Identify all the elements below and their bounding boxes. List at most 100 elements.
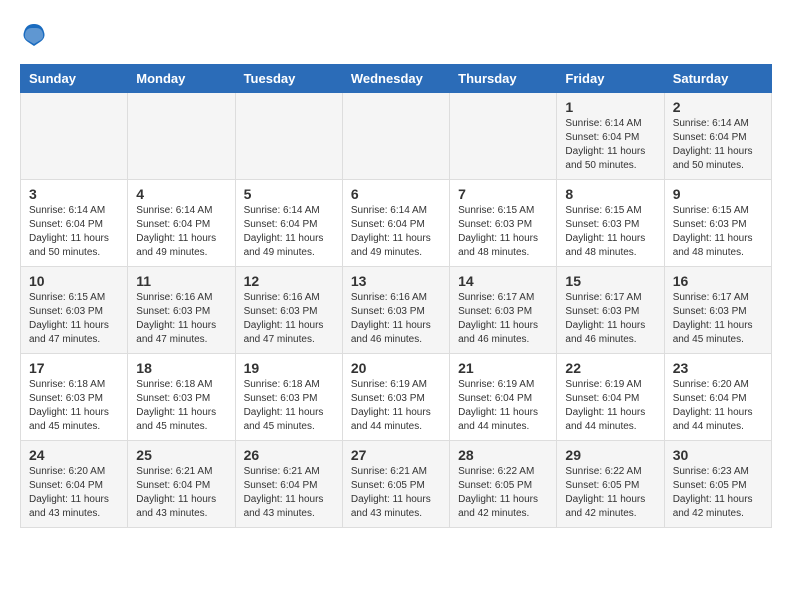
calendar-cell: 16 Sunrise: 6:17 AM Sunset: 6:03 PM Dayli… <box>664 267 771 354</box>
calendar-cell <box>342 93 449 180</box>
calendar-cell: 15 Sunrise: 6:17 AM Sunset: 6:03 PM Dayli… <box>557 267 664 354</box>
day-number: 3 <box>29 186 119 202</box>
calendar-cell <box>128 93 235 180</box>
calendar-cell: 28 Sunrise: 6:22 AM Sunset: 6:05 PM Dayli… <box>450 441 557 528</box>
calendar-week-4: 17 Sunrise: 6:18 AM Sunset: 6:03 PM Dayli… <box>21 354 772 441</box>
calendar-week-3: 10 Sunrise: 6:15 AM Sunset: 6:03 PM Dayli… <box>21 267 772 354</box>
day-number: 18 <box>136 360 226 376</box>
weekday-header-thursday: Thursday <box>450 65 557 93</box>
day-number: 1 <box>565 99 655 115</box>
calendar-cell <box>450 93 557 180</box>
day-info: Sunrise: 6:15 AM Sunset: 6:03 PM Dayligh… <box>673 204 763 260</box>
day-info: Sunrise: 6:16 AM Sunset: 6:03 PM Dayligh… <box>244 291 334 347</box>
calendar-cell: 4 Sunrise: 6:14 AM Sunset: 6:04 PM Daylig… <box>128 180 235 267</box>
day-info: Sunrise: 6:19 AM Sunset: 6:04 PM Dayligh… <box>458 378 548 434</box>
calendar-cell: 10 Sunrise: 6:15 AM Sunset: 6:03 PM Dayli… <box>21 267 128 354</box>
logo-icon <box>20 20 48 48</box>
calendar-cell: 24 Sunrise: 6:20 AM Sunset: 6:04 PM Dayli… <box>21 441 128 528</box>
day-number: 15 <box>565 273 655 289</box>
day-info: Sunrise: 6:21 AM Sunset: 6:05 PM Dayligh… <box>351 465 441 521</box>
calendar-cell: 19Sunrise: 6:18 AM Sunset: 6:03 PM Dayli… <box>235 354 342 441</box>
day-info: Sunrise: 6:14 AM Sunset: 6:04 PM Dayligh… <box>351 204 441 260</box>
weekday-header-row: SundayMondayTuesdayWednesdayThursdayFrid… <box>21 65 772 93</box>
day-number: 28 <box>458 447 548 463</box>
day-number: 6 <box>351 186 441 202</box>
day-number: 13 <box>351 273 441 289</box>
day-number: 24 <box>29 447 119 463</box>
day-number: 30 <box>673 447 763 463</box>
day-number: 4 <box>136 186 226 202</box>
day-info: Sunrise: 6:19 AM Sunset: 6:03 PM Dayligh… <box>351 378 441 434</box>
weekday-header-wednesday: Wednesday <box>342 65 449 93</box>
day-number: 7 <box>458 186 548 202</box>
calendar-cell: 21 Sunrise: 6:19 AM Sunset: 6:04 PM Dayli… <box>450 354 557 441</box>
calendar-cell: 20 Sunrise: 6:19 AM Sunset: 6:03 PM Dayli… <box>342 354 449 441</box>
day-number: 2 <box>673 99 763 115</box>
day-info: Sunrise: 6:18 AM Sunset: 6:03 PM Dayligh… <box>244 378 334 434</box>
day-info: Sunrise: 6:14 AM Sunset: 6:04 PM Dayligh… <box>673 117 763 173</box>
day-info: Sunrise: 6:14 AM Sunset: 6:04 PM Dayligh… <box>136 204 226 260</box>
calendar-cell: 3 Sunrise: 6:14 AM Sunset: 6:04 PM Daylig… <box>21 180 128 267</box>
calendar-cell: 13 Sunrise: 6:16 AM Sunset: 6:03 PM Dayli… <box>342 267 449 354</box>
calendar-cell: 18 Sunrise: 6:18 AM Sunset: 6:03 PM Dayli… <box>128 354 235 441</box>
calendar-cell: 9 Sunrise: 6:15 AM Sunset: 6:03 PM Daylig… <box>664 180 771 267</box>
calendar-cell: 22 Sunrise: 6:19 AM Sunset: 6:04 PM Dayli… <box>557 354 664 441</box>
day-info: Sunrise: 6:14 AM Sunset: 6:04 PM Dayligh… <box>244 204 334 260</box>
weekday-header-monday: Monday <box>128 65 235 93</box>
day-number: 27 <box>351 447 441 463</box>
calendar-cell: 17 Sunrise: 6:18 AM Sunset: 6:03 PM Dayli… <box>21 354 128 441</box>
day-info: Sunrise: 6:21 AM Sunset: 6:04 PM Dayligh… <box>136 465 226 521</box>
calendar-cell: 14Sunrise: 6:17 AM Sunset: 6:03 PM Dayli… <box>450 267 557 354</box>
calendar-cell: 6 Sunrise: 6:14 AM Sunset: 6:04 PM Daylig… <box>342 180 449 267</box>
day-info: Sunrise: 6:15 AM Sunset: 6:03 PM Dayligh… <box>458 204 548 260</box>
day-number: 10 <box>29 273 119 289</box>
day-info: Sunrise: 6:22 AM Sunset: 6:05 PM Dayligh… <box>458 465 548 521</box>
calendar-cell: 2 Sunrise: 6:14 AM Sunset: 6:04 PM Daylig… <box>664 93 771 180</box>
day-info: Sunrise: 6:15 AM Sunset: 6:03 PM Dayligh… <box>29 291 119 347</box>
day-number: 11 <box>136 273 226 289</box>
day-number: 8 <box>565 186 655 202</box>
day-number: 22 <box>565 360 655 376</box>
calendar-cell: 30 Sunrise: 6:23 AM Sunset: 6:05 PM Dayli… <box>664 441 771 528</box>
calendar-cell: 7 Sunrise: 6:15 AM Sunset: 6:03 PM Daylig… <box>450 180 557 267</box>
day-number: 17 <box>29 360 119 376</box>
day-number: 12 <box>244 273 334 289</box>
day-number: 23 <box>673 360 763 376</box>
day-number: 25 <box>136 447 226 463</box>
calendar-cell: 26 Sunrise: 6:21 AM Sunset: 6:04 PM Dayli… <box>235 441 342 528</box>
calendar-cell: 8 Sunrise: 6:15 AM Sunset: 6:03 PM Daylig… <box>557 180 664 267</box>
header <box>20 20 772 48</box>
day-info: Sunrise: 6:16 AM Sunset: 6:03 PM Dayligh… <box>136 291 226 347</box>
weekday-header-sunday: Sunday <box>21 65 128 93</box>
day-info: Sunrise: 6:21 AM Sunset: 6:04 PM Dayligh… <box>244 465 334 521</box>
day-info: Sunrise: 6:18 AM Sunset: 6:03 PM Dayligh… <box>136 378 226 434</box>
day-info: Sunrise: 6:16 AM Sunset: 6:03 PM Dayligh… <box>351 291 441 347</box>
day-number: 9 <box>673 186 763 202</box>
day-info: Sunrise: 6:14 AM Sunset: 6:04 PM Dayligh… <box>29 204 119 260</box>
day-info: Sunrise: 6:19 AM Sunset: 6:04 PM Dayligh… <box>565 378 655 434</box>
calendar-cell <box>235 93 342 180</box>
day-number: 21 <box>458 360 548 376</box>
day-info: Sunrise: 6:20 AM Sunset: 6:04 PM Dayligh… <box>673 378 763 434</box>
calendar-table: SundayMondayTuesdayWednesdayThursdayFrid… <box>20 64 772 528</box>
day-number: 26 <box>244 447 334 463</box>
calendar-cell: 5 Sunrise: 6:14 AM Sunset: 6:04 PM Daylig… <box>235 180 342 267</box>
day-info: Sunrise: 6:23 AM Sunset: 6:05 PM Dayligh… <box>673 465 763 521</box>
weekday-header-saturday: Saturday <box>664 65 771 93</box>
day-info: Sunrise: 6:17 AM Sunset: 6:03 PM Dayligh… <box>565 291 655 347</box>
day-info: Sunrise: 6:22 AM Sunset: 6:05 PM Dayligh… <box>565 465 655 521</box>
day-info: Sunrise: 6:20 AM Sunset: 6:04 PM Dayligh… <box>29 465 119 521</box>
day-info: Sunrise: 6:18 AM Sunset: 6:03 PM Dayligh… <box>29 378 119 434</box>
day-info: Sunrise: 6:15 AM Sunset: 6:03 PM Dayligh… <box>565 204 655 260</box>
logo <box>20 20 52 48</box>
calendar-cell <box>21 93 128 180</box>
day-number: 20 <box>351 360 441 376</box>
day-number: 16 <box>673 273 763 289</box>
day-number: 29 <box>565 447 655 463</box>
calendar-cell: 27 Sunrise: 6:21 AM Sunset: 6:05 PM Dayli… <box>342 441 449 528</box>
calendar-cell: 1Sunrise: 6:14 AM Sunset: 6:04 PM Daylig… <box>557 93 664 180</box>
day-number: 5 <box>244 186 334 202</box>
day-info: Sunrise: 6:17 AM Sunset: 6:03 PM Dayligh… <box>673 291 763 347</box>
calendar-cell: 12 Sunrise: 6:16 AM Sunset: 6:03 PM Dayli… <box>235 267 342 354</box>
calendar-cell: 11 Sunrise: 6:16 AM Sunset: 6:03 PM Dayli… <box>128 267 235 354</box>
